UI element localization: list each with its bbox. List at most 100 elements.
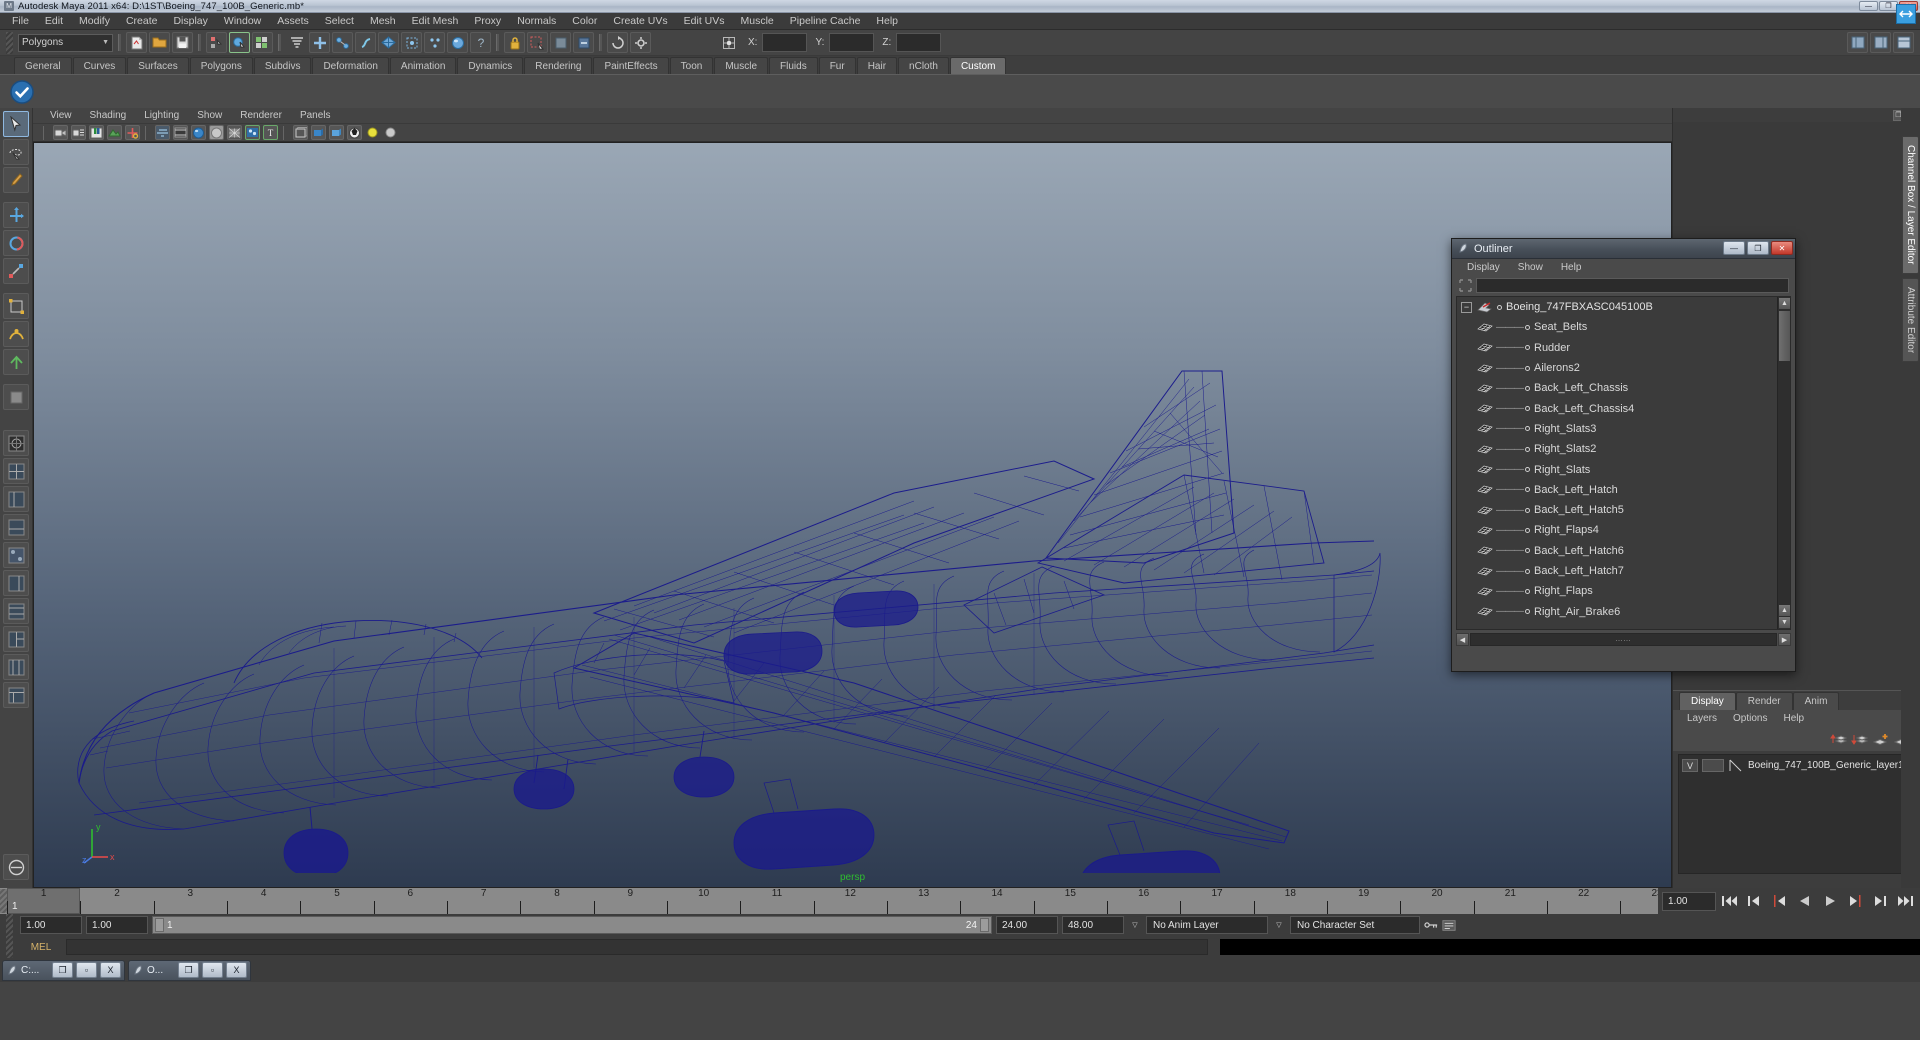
y-coord-input[interactable] — [829, 33, 875, 52]
render-preview-icon[interactable] — [447, 32, 468, 53]
new-scene-icon[interactable] — [126, 32, 147, 53]
selection-highlight-icon[interactable] — [527, 32, 548, 53]
menu-create-uvs[interactable]: Create UVs — [605, 13, 675, 30]
camera-attributes-icon[interactable] — [71, 125, 86, 140]
last-tool-used[interactable] — [3, 384, 29, 410]
range-start-handle[interactable] — [155, 918, 164, 932]
outliner-menu-display[interactable]: Display — [1458, 262, 1509, 273]
range-start-time-field[interactable]: 1.00 — [86, 916, 148, 934]
step-forward-key-button[interactable] — [1869, 891, 1891, 911]
lock-icon[interactable] — [504, 32, 525, 53]
scroll-up-arrow-icon[interactable]: ▲ — [1779, 298, 1790, 309]
select-by-object-icon[interactable] — [229, 32, 250, 53]
layout-persp-uv-icon[interactable] — [3, 598, 29, 624]
animation-start-time-field[interactable]: 1.00 — [20, 916, 82, 934]
shelf-tab-dynamics[interactable]: Dynamics — [457, 57, 524, 74]
outliner-item[interactable]: ——— Back_Left_Chassis — [1457, 378, 1790, 398]
range-slider-track[interactable]: 1 24 — [152, 916, 992, 934]
component-mask-icon[interactable] — [286, 32, 307, 53]
menu-mesh[interactable]: Mesh — [362, 13, 404, 30]
layout-three-pane-icon[interactable] — [3, 626, 29, 652]
open-scene-icon[interactable] — [149, 32, 170, 53]
select-by-component-icon[interactable] — [252, 32, 273, 53]
move-layer-down-icon[interactable] — [1851, 732, 1868, 747]
layout-outliner-persp-icon[interactable] — [3, 570, 29, 596]
snap-to-point-icon[interactable] — [355, 32, 376, 53]
paint-select-tool[interactable] — [3, 167, 29, 193]
viewport-menu-renderer[interactable]: Renderer — [231, 108, 291, 124]
shelf-tab-subdivs[interactable]: Subdivs — [253, 57, 312, 74]
outliner-item-root[interactable]: − Boeing_747FBXASC045100B — [1457, 297, 1790, 317]
taskbar-restore-button[interactable]: ❐ — [178, 962, 199, 978]
layer-menu-options[interactable]: Options — [1725, 713, 1775, 724]
taskbar-close-button[interactable]: X — [100, 962, 121, 978]
play-forwards-button[interactable] — [1819, 891, 1841, 911]
outliner-vertical-scrollbar[interactable]: ▲ ▲ ▼ — [1777, 297, 1790, 629]
show-hide-modeling-toolkit-icon[interactable] — [1847, 32, 1868, 53]
tab-display[interactable]: Display — [1679, 692, 1736, 710]
anim-layer-chevron-down-icon[interactable]: ▽ — [1128, 916, 1142, 934]
shelf-tab-deformation[interactable]: Deformation — [312, 57, 389, 74]
select-tool[interactable] — [3, 111, 29, 137]
character-set-select[interactable]: No Character Set — [1290, 916, 1420, 934]
default-light-icon[interactable] — [365, 125, 380, 140]
snap-to-curve-icon[interactable] — [332, 32, 353, 53]
universal-manipulator-tool[interactable] — [3, 293, 29, 319]
collapse-icon[interactable]: − — [1461, 301, 1472, 313]
new-layer-icon[interactable] — [1872, 732, 1889, 747]
shelf-tab-fur[interactable]: Fur — [818, 57, 856, 74]
go-to-start-button[interactable] — [1719, 891, 1741, 911]
shelf-tab-general[interactable]: General — [14, 57, 72, 74]
menu-proxy[interactable]: Proxy — [466, 13, 509, 30]
step-back-frame-button[interactable] — [1769, 891, 1791, 911]
xray-icon[interactable] — [550, 32, 571, 53]
save-scene-icon[interactable] — [172, 32, 193, 53]
bookmarks-icon[interactable] — [89, 125, 104, 140]
menu-edit-mesh[interactable]: Edit Mesh — [404, 13, 467, 30]
render-settings-icon[interactable] — [630, 32, 651, 53]
outliner-window[interactable]: Outliner — ❐ ✕ Display Show Help − Boein… — [1451, 238, 1796, 672]
menu-modify[interactable]: Modify — [71, 13, 118, 30]
z-coord-input[interactable] — [896, 33, 942, 52]
outliner-item[interactable]: ——— Back_Left_Hatch — [1457, 480, 1790, 500]
step-back-key-button[interactable] — [1744, 891, 1766, 911]
make-live-icon[interactable] — [424, 32, 445, 53]
viewport-menu-panels[interactable]: Panels — [291, 108, 340, 124]
taskbar-maximize-button[interactable]: ▫ — [76, 962, 97, 978]
outliner-horizontal-scrollbar[interactable]: ◀ ⋯⋯ ▶ — [1456, 632, 1791, 647]
outliner-menu-show[interactable]: Show — [1509, 262, 1552, 273]
help-question-icon[interactable]: ? — [470, 32, 491, 53]
current-time-field[interactable]: 1.00 — [1662, 891, 1716, 911]
two-d-pan-zoom-icon[interactable] — [125, 125, 140, 140]
outliner-item[interactable]: ——— Right_Flaps — [1457, 581, 1790, 601]
move-tool[interactable] — [3, 202, 29, 228]
outliner-item[interactable]: ——— Right_Slats — [1457, 459, 1790, 479]
film-gate-icon[interactable] — [173, 125, 188, 140]
animation-end-time-field[interactable]: 48.00 — [1062, 916, 1124, 934]
layer-list[interactable]: V Boeing_747_100B_Generic_layer1 — [1678, 754, 1915, 874]
character-set-chevron-down-icon[interactable]: ▽ — [1272, 916, 1286, 934]
snap-to-view-plane-icon[interactable] — [378, 32, 399, 53]
shelf-tab-curves[interactable]: Curves — [72, 57, 127, 74]
outliner-tree[interactable]: − Boeing_747FBXASC045100B ——— Seat_Belts… — [1456, 296, 1791, 630]
construction-plane-icon[interactable] — [401, 32, 422, 53]
layout-four-view-icon[interactable] — [3, 458, 29, 484]
layer-menu-layers[interactable]: Layers — [1679, 713, 1725, 724]
outliner-close-button[interactable]: ✕ — [1771, 241, 1793, 255]
menu-color[interactable]: Color — [564, 13, 605, 30]
go-to-end-button[interactable] — [1894, 891, 1916, 911]
image-plane-icon[interactable] — [107, 125, 122, 140]
outliner-item[interactable]: ——— Back_Left_Hatch6 — [1457, 541, 1790, 561]
snap-to-grid-icon[interactable] — [309, 32, 330, 53]
time-slider-track[interactable]: 1123456789101112131415161718192021222324 — [7, 888, 1658, 914]
outliner-item[interactable]: ——— Seat_Belts — [1457, 317, 1790, 337]
shelf-tab-custom[interactable]: Custom — [949, 57, 1007, 74]
menu-pipeline-cache[interactable]: Pipeline Cache — [782, 13, 869, 30]
menu-edit-uvs[interactable]: Edit UVs — [676, 13, 733, 30]
show-hide-attribute-editor-icon[interactable] — [1870, 32, 1891, 53]
menu-muscle[interactable]: Muscle — [733, 13, 782, 30]
xray-display-icon[interactable] — [329, 125, 344, 140]
show-manipulator-tool[interactable] — [3, 349, 29, 375]
outliner-filter-icon[interactable] — [1458, 279, 1472, 293]
smooth-shade-all-icon[interactable] — [191, 125, 206, 140]
